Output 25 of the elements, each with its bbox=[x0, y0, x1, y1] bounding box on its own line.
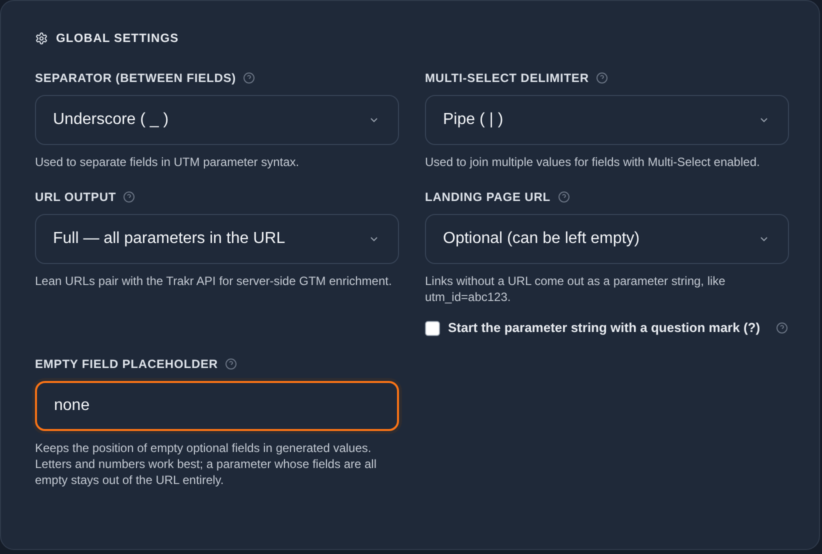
help-text: Keeps the position of empty optional fields in generated values. Letters and numbers work best; a parameter whose fields are all empty stays out of the URL entirely. bbox=[35, 440, 378, 488]
help-text: Links without a URL come out as a parameter string, like utm_id=abc123. bbox=[425, 273, 726, 305]
field-label: LANDING PAGE URL bbox=[425, 190, 551, 204]
checkbox[interactable] bbox=[425, 320, 440, 336]
dropdown[interactable]: Optional (can be left empty) bbox=[425, 214, 789, 264]
help-icon[interactable] bbox=[776, 322, 788, 334]
help-icon[interactable] bbox=[243, 72, 256, 84]
dropdown[interactable]: Underscore ( _ ) bbox=[35, 95, 399, 145]
help-icon[interactable] bbox=[225, 358, 237, 370]
input-field[interactable]: none bbox=[35, 381, 399, 431]
help-text: Used to separate fields in UTM parameter syntax. bbox=[35, 154, 300, 170]
help-icon[interactable] bbox=[558, 191, 570, 203]
settings-icon bbox=[35, 32, 48, 44]
section-title: GLOBAL SETTINGS bbox=[56, 31, 179, 45]
field-label: URL OUTPUT bbox=[35, 190, 116, 204]
field-label: MULTI-SELECT DELIMITER bbox=[425, 71, 589, 85]
help-text: Used to join multiple values for fields with Multi-Select enabled. bbox=[425, 154, 761, 170]
dropdown[interactable]: Pipe ( | ) bbox=[425, 95, 789, 145]
checkbox-label: Start the parameter string with a question mark (?) bbox=[448, 319, 762, 337]
help-icon[interactable] bbox=[123, 191, 136, 203]
help-text: Lean URLs pair with the Trakr API for server-side GTM enrichment. bbox=[35, 273, 393, 289]
field-label: EMPTY FIELD PLACEHOLDER bbox=[35, 357, 218, 371]
help-icon[interactable] bbox=[596, 72, 608, 84]
field-label: SEPARATOR (BETWEEN FIELDS) bbox=[35, 71, 236, 85]
dropdown[interactable]: Full — all parameters in the URL bbox=[35, 214, 399, 264]
